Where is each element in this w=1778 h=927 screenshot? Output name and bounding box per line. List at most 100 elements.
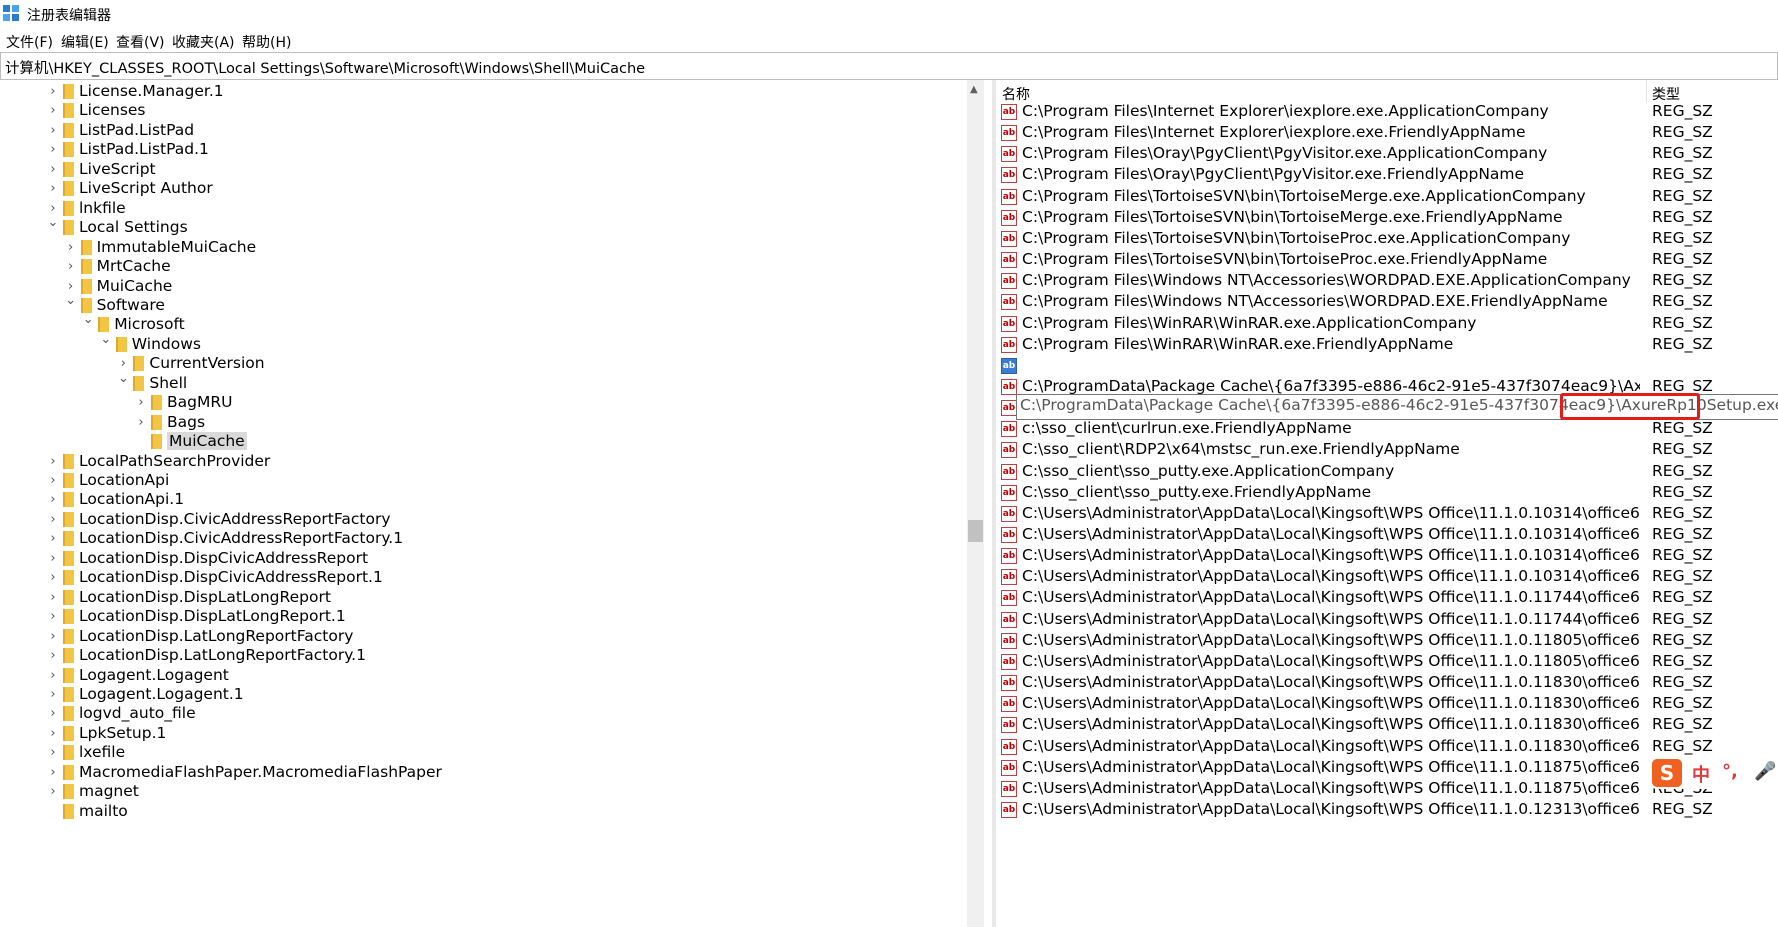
expand-arrow-icon[interactable]: › <box>47 454 59 469</box>
ime-chinese-mode[interactable]: 中 <box>1692 761 1710 787</box>
string-value-icon: ab <box>1001 505 1017 522</box>
folder-icon <box>63 142 74 158</box>
expand-arrow-icon[interactable]: › <box>47 103 59 118</box>
expand-arrow-icon[interactable]: › <box>47 84 59 99</box>
value-type: REG_SZ <box>1652 271 1713 290</box>
expand-arrow-icon[interactable]: › <box>47 201 59 216</box>
expand-arrow-icon[interactable]: › <box>65 279 77 294</box>
expand-arrow-icon[interactable]: › <box>47 648 59 663</box>
sogou-s-icon[interactable]: S <box>1652 759 1682 787</box>
tree-node-label: Logagent.Logagent <box>79 665 229 684</box>
expand-arrow-icon[interactable]: › <box>47 745 59 760</box>
folder-icon <box>63 103 74 119</box>
value-row[interactable]: ab C:\Users\Administrator\AppData\Local\K… <box>996 798 1778 822</box>
tree-node-label: logvd_auto_file <box>79 704 196 723</box>
tree-scrollbar[interactable]: ▲ <box>967 80 984 927</box>
menu-edit[interactable]: 编辑(E) <box>61 32 109 52</box>
expand-arrow-icon[interactable]: › <box>47 765 59 780</box>
expand-arrow-icon[interactable]: › <box>135 415 147 430</box>
tree-node-label: LocalPathSearchProvider <box>79 451 271 470</box>
value-type: REG_SZ <box>1652 503 1713 522</box>
expand-arrow-icon[interactable]: › <box>47 590 59 605</box>
folder-icon <box>151 395 162 411</box>
string-value-icon: ab <box>1001 548 1017 565</box>
tree-node-label: Logagent.Logagent.1 <box>79 684 244 703</box>
expand-arrow-icon[interactable]: › <box>65 240 77 255</box>
expand-arrow-icon[interactable]: › <box>117 356 129 371</box>
string-value-icon: ab <box>1001 146 1017 163</box>
folder-icon <box>63 492 74 508</box>
expand-arrow-icon[interactable]: › <box>47 531 59 546</box>
collapse-arrow-icon[interactable]: ⌄ <box>117 371 129 386</box>
expand-arrow-icon[interactable]: › <box>47 784 59 799</box>
value-type: REG_SZ <box>1652 419 1713 438</box>
folder-icon <box>63 628 74 644</box>
folder-icon <box>63 667 74 683</box>
expand-arrow-icon[interactable]: › <box>47 609 59 624</box>
expand-arrow-icon[interactable]: › <box>47 473 59 488</box>
tree-node-label: Local Settings <box>79 218 188 237</box>
expand-arrow-icon[interactable]: › <box>47 668 59 683</box>
tree-node-label: CurrentVersion <box>149 354 265 373</box>
value-type: REG_SZ <box>1652 334 1713 353</box>
tree-node-label: magnet <box>79 782 139 801</box>
folder-icon <box>63 453 74 469</box>
expand-arrow-icon[interactable]: › <box>47 551 59 566</box>
folder-icon <box>63 803 74 819</box>
value-name: C:\Users\Administrator\AppData\Local\Kin… <box>1022 736 1640 755</box>
tree-node-label: LocationDisp.LatLongReportFactory.1 <box>79 646 366 665</box>
string-value-icon: ab <box>1001 801 1017 818</box>
value-name: C:\Users\Administrator\AppData\Local\Kin… <box>1022 503 1640 522</box>
value-list[interactable]: 名称 类型 ab C:\Program Files\Internet Explor… <box>996 80 1778 927</box>
expand-arrow-icon[interactable]: › <box>47 570 59 585</box>
folder-icon <box>80 278 92 294</box>
menu-view[interactable]: 查看(V) <box>116 32 165 52</box>
expand-arrow-icon[interactable]: › <box>65 259 77 274</box>
expand-arrow-icon[interactable]: › <box>47 142 59 157</box>
expand-arrow-icon[interactable]: › <box>47 726 59 741</box>
collapse-arrow-icon[interactable]: ⌄ <box>82 312 94 327</box>
address-bar[interactable]: 计算机\HKEY_CLASSES_ROOT\Local Settings\Sof… <box>0 52 1778 80</box>
collapse-arrow-icon[interactable]: ⌄ <box>47 215 59 230</box>
expand-arrow-icon[interactable]: › <box>47 123 59 138</box>
tree-node-label: LiveScript <box>79 159 156 178</box>
string-value-icon: ab <box>1001 653 1017 670</box>
folder-icon <box>63 161 74 177</box>
expand-arrow-icon[interactable]: › <box>47 512 59 527</box>
menu-bar: 文件(F) 编辑(E) 查看(V) 收藏夹(A) 帮助(H) <box>0 28 1778 52</box>
expand-arrow-icon[interactable]: › <box>47 687 59 702</box>
value-name: C:\Program Files\TortoiseSVN\bin\Tortois… <box>1022 207 1563 226</box>
ime-toolbar[interactable]: S 中 °, 🎤 <box>1652 757 1778 789</box>
folder-icon <box>63 706 74 722</box>
value-name: C:\Program Files\Oray\PgyClient\PgyVisit… <box>1022 144 1548 163</box>
expand-arrow-icon[interactable]: › <box>135 395 147 410</box>
value-type: REG_SZ <box>1652 123 1713 142</box>
value-name: C:\Users\Administrator\AppData\Local\Kin… <box>1022 630 1640 649</box>
folder-icon <box>63 122 74 138</box>
expand-arrow-icon[interactable]: › <box>47 706 59 721</box>
tree-node-label: ListPad.ListPad <box>79 120 195 139</box>
folder-icon <box>151 434 162 450</box>
tree-node-label: MuiCache <box>167 432 247 451</box>
scroll-up-arrow-icon[interactable]: ▲ <box>970 84 978 95</box>
value-type: REG_SZ <box>1652 292 1713 311</box>
expand-arrow-icon[interactable]: › <box>47 181 59 196</box>
expand-arrow-icon[interactable]: › <box>47 162 59 177</box>
column-separator[interactable] <box>1646 80 1647 102</box>
menu-file[interactable]: 文件(F) <box>6 32 53 52</box>
tree-node[interactable]: mailto <box>0 801 960 823</box>
column-header: 名称 类型 <box>996 80 1778 103</box>
menu-help[interactable]: 帮助(H) <box>242 32 291 52</box>
expand-arrow-icon[interactable]: › <box>47 492 59 507</box>
scrollbar-thumb[interactable] <box>968 520 983 542</box>
key-tree[interactable]: › License.Manager.1 › Licenses › ListPad.List… <box>0 80 990 927</box>
collapse-arrow-icon[interactable]: ⌄ <box>100 332 112 347</box>
microphone-icon[interactable]: 🎤 <box>1754 761 1776 782</box>
string-value-icon: ab <box>1001 590 1017 607</box>
value-name: C:\sso_client\RDP2\x64\mstsc_run.exe.Fri… <box>1022 440 1460 459</box>
ime-punctuation[interactable]: °, <box>1722 761 1738 782</box>
collapse-arrow-icon[interactable]: ⌄ <box>65 293 77 308</box>
menu-favorites[interactable]: 收藏夹(A) <box>172 32 235 52</box>
folder-icon <box>63 511 74 527</box>
expand-arrow-icon[interactable]: › <box>47 629 59 644</box>
